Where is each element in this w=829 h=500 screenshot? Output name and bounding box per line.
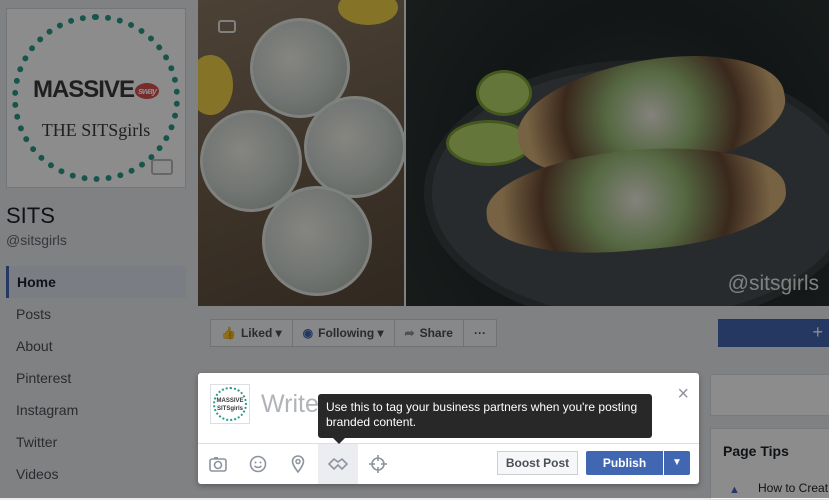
composer-toolbar <box>198 444 398 484</box>
composer-avatar: MASSIVE SITSgirls <box>210 384 250 424</box>
composer-input[interactable]: Write <box>261 390 319 419</box>
camera-icon[interactable] <box>198 444 238 484</box>
location-pin-icon[interactable] <box>278 444 318 484</box>
chevron-down-icon: ▼ <box>672 457 682 468</box>
close-icon[interactable]: × <box>677 383 689 406</box>
crosshair-icon[interactable] <box>358 444 398 484</box>
publish-options-dropdown[interactable]: ▼ <box>664 451 690 475</box>
boost-post-button[interactable]: Boost Post <box>497 451 578 475</box>
composer-avatar-logo: MASSIVE SITSgirls <box>213 387 247 421</box>
branded-content-tooltip: Use this to tag your business partners w… <box>318 394 652 444</box>
smiley-icon[interactable] <box>238 444 278 484</box>
publish-button[interactable]: Publish <box>586 451 663 475</box>
handshake-icon[interactable] <box>318 444 358 484</box>
